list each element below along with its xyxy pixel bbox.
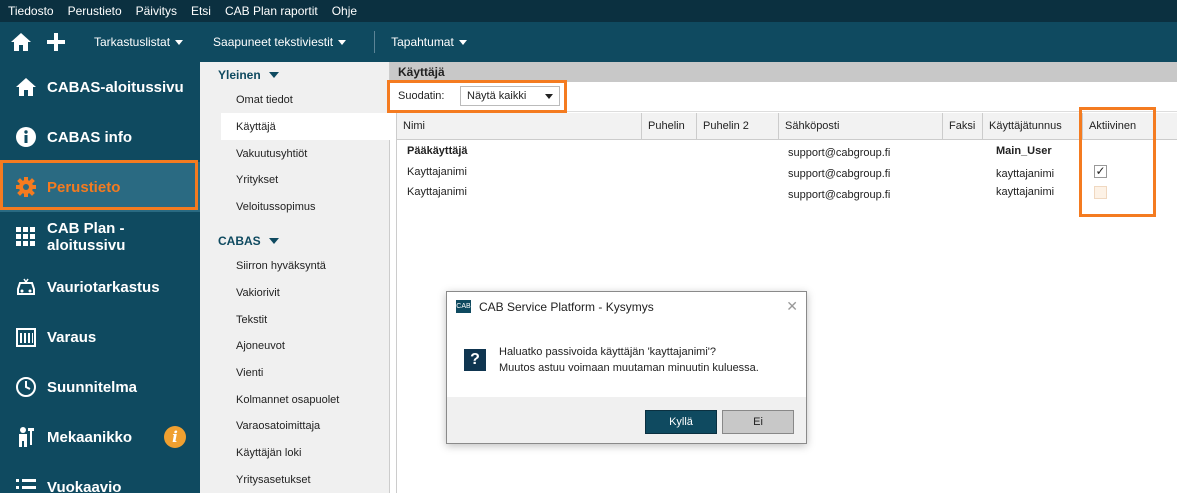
subnav-item-yritykset[interactable]: Yritykset <box>236 174 278 186</box>
toolbar: Tarkastuslistat Saapuneet tekstiviestit … <box>0 22 1177 62</box>
chevron-down-icon <box>175 39 184 45</box>
row1-username[interactable]: Main_User <box>996 145 1052 157</box>
sidebar-item-cabas-info[interactable]: CABAS info <box>0 112 200 162</box>
yes-button[interactable]: Kyllä <box>645 410 717 434</box>
no-button[interactable]: Ei <box>722 410 794 434</box>
calendar-icon <box>15 326 37 348</box>
home-icon <box>15 76 37 98</box>
chevron-down-icon <box>268 72 279 78</box>
row3-email[interactable]: support@cabgroup.fi <box>788 189 890 201</box>
menu-ohje[interactable]: Ohje <box>332 4 357 18</box>
app-logo-icon: CAB <box>456 300 471 313</box>
dialog-message-line2: Muutos astuu voimaan muutaman minuutin k… <box>499 362 759 374</box>
tapahtumat-dropdown[interactable]: Tapahtumat <box>391 35 467 49</box>
subnav-item-vakuutusyhtiot[interactable]: Vakuutusyhtiöt <box>236 148 307 160</box>
gear-icon <box>15 176 37 198</box>
dialog-message-line1: Haluatko passivoida käyttäjän 'kayttajan… <box>499 346 716 358</box>
sidebar-item-mekaanikko[interactable]: Mekaanikko i <box>0 412 200 462</box>
toolbar-divider <box>374 31 376 53</box>
menu-perustieto[interactable]: Perustieto <box>68 4 122 18</box>
row2-active-checkbox[interactable]: ✓ <box>1094 165 1107 178</box>
sidebar-item-cabas-aloitussivu[interactable]: CABAS-aloitussivu <box>0 62 200 112</box>
sidebar-item-suunnitelma[interactable]: Suunnitelma <box>0 362 200 412</box>
question-icon: ? <box>464 349 486 371</box>
subnav-item-varaosatoimittaja[interactable]: Varaosatoimittaja <box>236 420 320 432</box>
chevron-down-icon <box>338 39 347 45</box>
subnav-item-siirron-hyvaksynta[interactable]: Siirron hyväksyntä <box>236 260 326 272</box>
dialog-footer: Kyllä Ei <box>447 397 806 443</box>
sidebar-item-cab-plan-aloitussivu[interactable]: CAB Plan -aloitussivu <box>0 212 200 262</box>
col-header-sahkoposti[interactable]: Sähköposti <box>779 113 943 140</box>
chevron-down-icon <box>545 94 553 99</box>
row3-name[interactable]: Kayttajanimi <box>407 186 467 198</box>
col-header-aktiivinen[interactable]: Aktiivinen <box>1083 113 1177 140</box>
grid-icon <box>15 226 37 248</box>
tekstiviestit-dropdown[interactable]: Saapuneet tekstiviestit <box>213 35 347 49</box>
car-damage-icon <box>15 276 37 298</box>
row1-email[interactable]: support@cabgroup.fi <box>788 147 890 159</box>
subnav-section-cabas[interactable]: CABAS <box>218 234 279 248</box>
confirm-dialog: CAB CAB Service Platform - Kysymys ✕ ? H… <box>446 291 807 444</box>
row2-username[interactable]: kayttajanimi <box>996 168 1054 180</box>
subnav-item-ajoneuvot[interactable]: Ajoneuvot <box>236 340 285 352</box>
sidebar-item-varaus[interactable]: Varaus <box>0 312 200 362</box>
sidebar-item-vuokaavio[interactable]: Vuokaavio <box>0 462 200 493</box>
filter-label: Suodatin: <box>398 90 445 102</box>
info-badge-icon[interactable]: i <box>164 426 186 448</box>
subnav-item-vakiorivit[interactable]: Vakiorivit <box>236 287 280 299</box>
home-icon[interactable] <box>10 31 32 53</box>
col-header-puhelin2[interactable]: Puhelin 2 <box>697 113 779 140</box>
dialog-titlebar: CAB CAB Service Platform - Kysymys ✕ <box>447 292 806 322</box>
subnav: Yleinen Omat tiedot Käyttäjä Vakuutusyht… <box>200 62 390 493</box>
menu-cab-plan-raportit[interactable]: CAB Plan raportit <box>225 4 318 18</box>
menu-etsi[interactable]: Etsi <box>191 4 211 18</box>
mechanic-icon <box>15 426 37 448</box>
subnav-item-kayttajan-loki[interactable]: Käyttäjän loki <box>236 447 301 459</box>
col-header-faksi[interactable]: Faksi <box>943 113 983 140</box>
col-header-kayttajatunnus[interactable]: Käyttäjätunnus <box>983 113 1083 140</box>
subnav-item-vienti[interactable]: Vienti <box>236 367 263 379</box>
dialog-title: CAB Service Platform - Kysymys <box>479 300 654 314</box>
subnav-item-kayttaja[interactable]: Käyttäjä <box>236 121 276 133</box>
filter-select[interactable]: Näytä kaikki <box>460 86 560 106</box>
chevron-down-icon <box>458 39 467 45</box>
row2-email[interactable]: support@cabgroup.fi <box>788 168 890 180</box>
sidebar-item-perustieto[interactable]: Perustieto <box>0 162 200 212</box>
clock-icon <box>15 376 37 398</box>
subnav-item-yritysasetukset[interactable]: Yritysasetukset <box>236 474 311 486</box>
menu-paivitys[interactable]: Päivitys <box>136 4 177 18</box>
menu-bar: Tiedosto Perustieto Päivitys Etsi CAB Pl… <box>0 0 1177 22</box>
subnav-item-kolmannet-osapuolet[interactable]: Kolmannet osapuolet <box>236 394 339 406</box>
sidebar-item-vauriotarkastus[interactable]: Vauriotarkastus <box>0 262 200 312</box>
subnav-item-tekstit[interactable]: Tekstit <box>236 314 267 326</box>
row3-active-checkbox[interactable] <box>1094 186 1107 199</box>
info-circle-icon <box>15 126 37 148</box>
subnav-item-veloitussopimus[interactable]: Veloitussopimus <box>236 201 316 213</box>
row1-name[interactable]: Pääkäyttäjä <box>407 145 468 157</box>
sidebar: CABAS-aloitussivu CABAS info Perustieto … <box>0 62 200 493</box>
col-header-nimi[interactable]: Nimi <box>397 113 642 140</box>
col-header-puhelin[interactable]: Puhelin <box>642 113 697 140</box>
list-icon <box>15 476 37 493</box>
row2-name[interactable]: Kayttajanimi <box>407 166 467 178</box>
chevron-down-icon <box>268 238 279 244</box>
subnav-item-omat-tiedot[interactable]: Omat tiedot <box>236 94 293 106</box>
plus-icon[interactable] <box>46 32 66 52</box>
filter-bar: Suodatin: Näytä kaikki <box>390 82 1177 112</box>
page-title: Käyttäjä <box>390 62 1177 82</box>
menu-tiedosto[interactable]: Tiedosto <box>8 4 54 18</box>
close-icon[interactable]: ✕ <box>786 298 798 315</box>
subnav-section-yleinen[interactable]: Yleinen <box>218 68 279 82</box>
row3-username[interactable]: kayttajanimi <box>996 186 1054 198</box>
table-header: Nimi Puhelin Puhelin 2 Sähköposti Faksi … <box>397 113 1177 140</box>
tarkastuslistat-dropdown[interactable]: Tarkastuslistat <box>94 35 184 49</box>
